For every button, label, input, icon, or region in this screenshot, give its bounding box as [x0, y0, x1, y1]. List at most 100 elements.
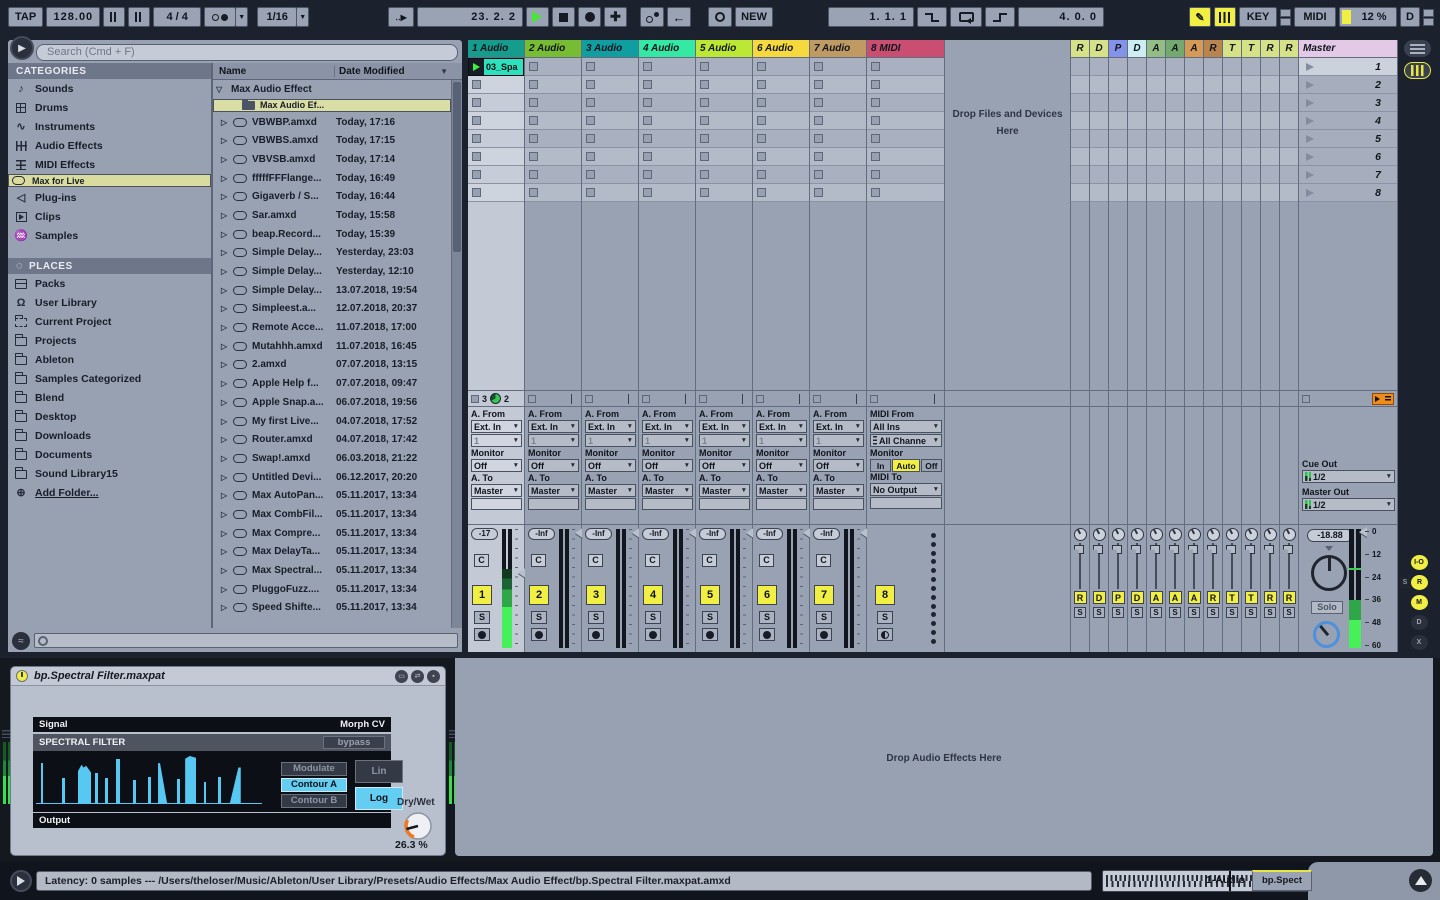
collapsed-arrow-icon[interactable]: ▷	[221, 136, 231, 145]
sidebar-item-clips[interactable]: Clips	[8, 207, 211, 226]
arm-button[interactable]	[702, 628, 718, 641]
scene-slot[interactable]: 2	[1299, 76, 1397, 94]
save-preset-icon[interactable]: ▪	[427, 670, 440, 683]
monitor-auto-button[interactable]: Auto	[892, 459, 919, 472]
metronome-button[interactable]	[204, 7, 236, 27]
return-slot[interactable]	[1128, 112, 1146, 130]
clip-stop-button[interactable]	[757, 98, 766, 107]
scene-slot[interactable]: 7	[1299, 166, 1397, 184]
return-slot[interactable]	[1166, 76, 1184, 94]
arm-button[interactable]	[588, 628, 604, 641]
return-slot[interactable]	[1223, 76, 1241, 94]
clip-slot[interactable]	[810, 148, 866, 166]
monitor-in-button[interactable]: In	[870, 459, 891, 472]
sidebar-item-max-for-live[interactable]: Max for Live	[8, 174, 211, 187]
return-slot[interactable]	[1090, 112, 1108, 130]
track-delay-field[interactable]	[813, 498, 864, 510]
sidebar-item-drums[interactable]: Drums	[8, 98, 211, 117]
return-header[interactable]: P	[1109, 40, 1127, 58]
volume-field[interactable]: -Inf	[528, 528, 555, 540]
collapsed-arrow-icon[interactable]: ▷	[221, 211, 231, 220]
clip-slot[interactable]	[810, 58, 866, 76]
file-row[interactable]: ▷beap.Record...Today, 15:39	[213, 225, 451, 244]
monitor-chooser[interactable]: Off▼	[699, 459, 750, 472]
return-activator[interactable]: P	[1112, 591, 1125, 604]
return-slot[interactable]	[1223, 148, 1241, 166]
clip-slot[interactable]	[867, 58, 944, 76]
sidebar-item-documents[interactable]: Documents	[8, 445, 211, 464]
tempo-field[interactable]: 128.00	[46, 7, 100, 27]
input-channel-chooser[interactable]: 1▼	[528, 434, 579, 447]
return-activator[interactable]: D	[1131, 591, 1144, 604]
arm-button[interactable]	[816, 628, 832, 641]
sidebar-item-ableton[interactable]: Ableton	[8, 350, 211, 369]
file-row[interactable]: ▷VBVSB.amxdToday, 17:14	[213, 150, 451, 169]
return-slot[interactable]	[1223, 166, 1241, 184]
clip-slot[interactable]	[753, 58, 809, 76]
clip-slot[interactable]	[753, 184, 809, 202]
clip-slot[interactable]	[696, 112, 752, 130]
collapsed-arrow-icon[interactable]: ▷	[221, 360, 231, 369]
clip-stop-button[interactable]	[529, 152, 538, 161]
file-row-root[interactable]: ▽Max Audio Effect	[213, 80, 451, 99]
file-row[interactable]: ▷My first Live...04.07.2018, 17:52	[213, 412, 451, 431]
return-slot[interactable]	[1071, 76, 1089, 94]
return-slot[interactable]	[1090, 58, 1108, 76]
return-fader-handle[interactable]	[1207, 545, 1217, 554]
clip-slot[interactable]	[810, 130, 866, 148]
clip-stop-button[interactable]	[814, 170, 823, 179]
return-pan-knob[interactable]	[1074, 528, 1087, 541]
solo-button[interactable]: S	[474, 611, 490, 624]
clip-slot[interactable]	[582, 94, 638, 112]
file-row[interactable]: ▷Simple Delay...Yesterday, 23:03	[213, 244, 451, 263]
clip-stop-button[interactable]	[814, 188, 823, 197]
return-volume-fader[interactable]	[1280, 543, 1298, 589]
clip-slot[interactable]	[639, 94, 695, 112]
return-slot[interactable]	[1242, 148, 1260, 166]
clip-slot[interactable]	[696, 166, 752, 184]
clip-stop-button[interactable]	[586, 98, 595, 107]
track-delay-field[interactable]	[585, 498, 636, 510]
collapsed-arrow-icon[interactable]: ▷	[221, 510, 231, 519]
return-slot[interactable]	[1166, 148, 1184, 166]
file-row[interactable]: ▷Mutahhh.amxd11.07.2018, 16:45	[213, 337, 451, 356]
return-solo-button[interactable]: S	[1188, 607, 1200, 618]
clip-stop-button[interactable]	[643, 62, 652, 71]
sidebar-item-blend[interactable]: Blend	[8, 388, 211, 407]
sidebar-item-samples[interactable]: ♒Samples	[8, 226, 211, 245]
track-header[interactable]: 8 MIDI	[867, 40, 944, 58]
return-slot[interactable]	[1280, 58, 1298, 76]
file-row[interactable]: ▷Max CombFil...05.11.2017, 13:34	[213, 505, 451, 524]
pan-field[interactable]: C	[474, 554, 489, 567]
loop-button[interactable]	[950, 7, 982, 27]
return-header[interactable]: T	[1242, 40, 1260, 58]
file-row[interactable]: ▷Simple Delay...13.07.2018, 19:54	[213, 281, 451, 300]
file-row[interactable]: ▷VBWBS.amxdToday, 17:15	[213, 131, 451, 150]
expanded-arrow-icon[interactable]: ▽	[216, 85, 226, 94]
return-slot[interactable]	[1128, 130, 1146, 148]
clip-slot[interactable]	[582, 148, 638, 166]
return-slot[interactable]	[1090, 76, 1108, 94]
return-fader-handle[interactable]	[1074, 545, 1084, 554]
return-slot[interactable]	[1204, 94, 1222, 112]
file-row[interactable]: ▷Apple Help f...07.07.2018, 09:47	[213, 374, 451, 393]
clip-slot[interactable]	[810, 76, 866, 94]
clip-slot[interactable]	[639, 112, 695, 130]
return-slot[interactable]	[1128, 166, 1146, 184]
return-pan-knob[interactable]	[1131, 528, 1144, 541]
device-power-icon[interactable]	[16, 670, 28, 682]
return-header[interactable]: A	[1147, 40, 1165, 58]
automation-arm-button[interactable]	[640, 7, 664, 27]
column-header-name[interactable]: Name	[213, 66, 335, 77]
return-solo-button[interactable]: S	[1283, 607, 1295, 618]
return-slot[interactable]	[1242, 58, 1260, 76]
return-volume-fader[interactable]	[1090, 543, 1108, 589]
file-row[interactable]: ▷Max Spectral...05.11.2017, 13:34	[213, 561, 451, 580]
file-row[interactable]: ▷Max DelayTa...05.11.2017, 13:34	[213, 543, 451, 562]
clip-stop-button[interactable]	[700, 116, 709, 125]
sidebar-item-samples-categorized[interactable]: Samples Categorized	[8, 369, 211, 388]
cue-out-chooser[interactable]: 1/2▼	[1302, 470, 1395, 483]
collapsed-arrow-icon[interactable]: ▷	[221, 342, 231, 351]
track-delay-field[interactable]	[756, 498, 807, 510]
master-out-chooser[interactable]: 1/2▼	[1302, 498, 1395, 511]
